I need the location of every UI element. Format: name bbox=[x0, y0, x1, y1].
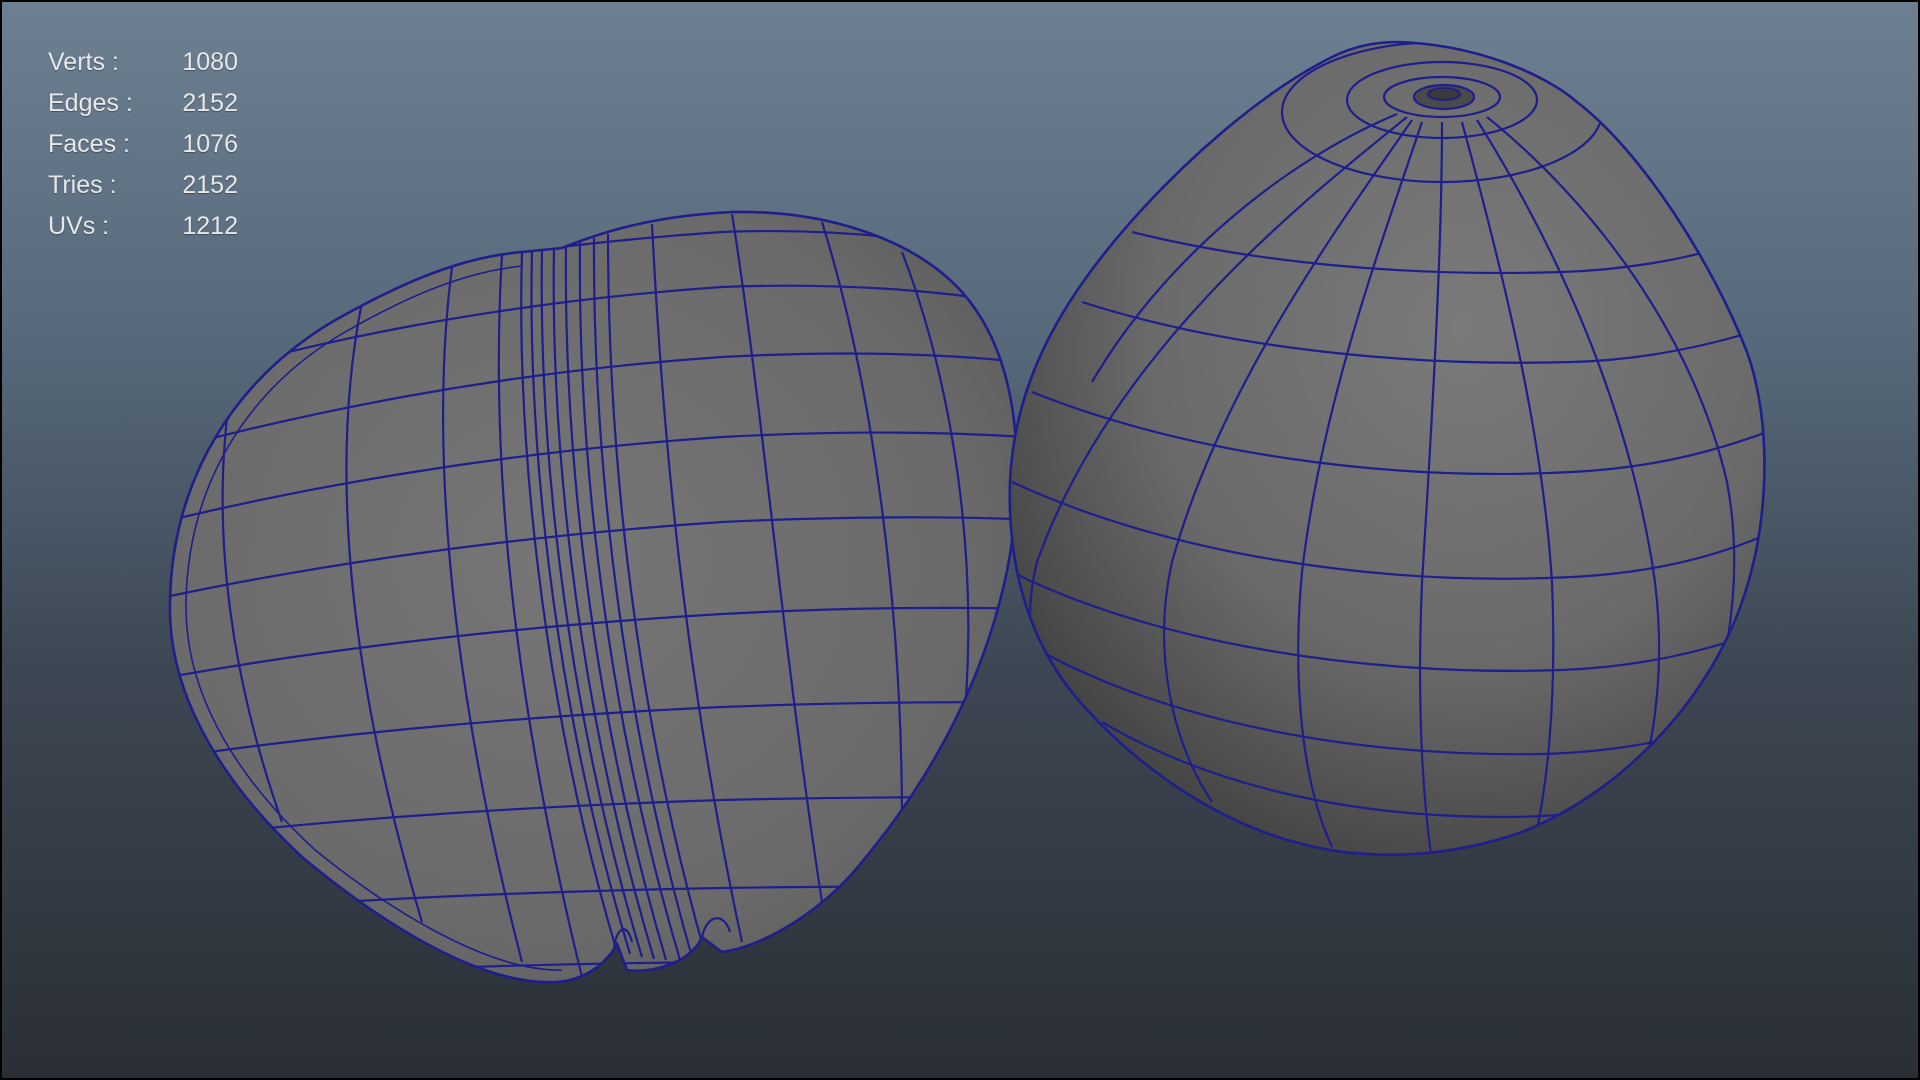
hud-row-faces: Faces : 1076 bbox=[48, 124, 238, 165]
hud-label: Tries : bbox=[48, 171, 117, 199]
hud-value: 1076 bbox=[182, 130, 238, 158]
hud-value: 1080 bbox=[182, 48, 238, 76]
hud-label: Faces : bbox=[48, 130, 130, 158]
hud-label: Edges : bbox=[48, 89, 133, 117]
fruit-whole-mesh[interactable] bbox=[1008, 40, 1772, 862]
hud-row-tries: Tries : 2152 bbox=[48, 165, 238, 206]
hud-value: 2152 bbox=[182, 171, 238, 199]
hud-row-edges: Edges : 2152 bbox=[48, 83, 238, 124]
fruit-half-mesh[interactable] bbox=[142, 210, 1042, 984]
viewport-scene[interactable] bbox=[2, 2, 1918, 1078]
hud-label: UVs : bbox=[48, 212, 110, 240]
hud-label: Verts : bbox=[48, 48, 119, 76]
poly-count-hud: Verts : 1080 Edges : 2152 Faces : 1076 T… bbox=[48, 42, 238, 247]
hud-value: 2152 bbox=[182, 89, 238, 117]
hud-row-verts: Verts : 1080 bbox=[48, 42, 238, 83]
hud-value: 1212 bbox=[182, 212, 238, 240]
maya-viewport[interactable]: Verts : 1080 Edges : 2152 Faces : 1076 T… bbox=[2, 2, 1918, 1078]
hud-row-uvs: UVs : 1212 bbox=[48, 206, 238, 247]
